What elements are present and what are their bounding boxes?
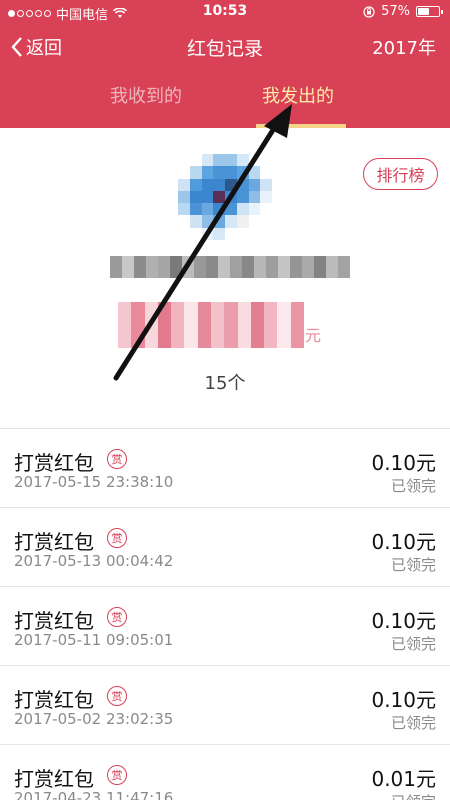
record-amount: 0.10元	[371, 451, 436, 475]
record-date: 2017-05-15 23:38:10	[14, 473, 174, 491]
record-date: 2017-05-13 00:04:42	[14, 552, 174, 570]
list-item[interactable]: 打赏红包 赏 2017-05-13 00:04:42 0.10元 已领完	[0, 508, 450, 587]
reward-badge-icon: 赏	[107, 607, 127, 627]
record-status: 已领完	[390, 635, 436, 653]
reward-badge-icon: 赏	[107, 686, 127, 706]
record-title: 打赏红包	[14, 688, 94, 712]
username-blurred	[110, 256, 350, 278]
record-date: 2017-04-23 11:47:16	[14, 789, 174, 800]
record-amount: 0.10元	[371, 530, 436, 554]
battery-percent: 57%	[381, 4, 410, 19]
list-item[interactable]: 打赏红包 赏 2017-05-11 09:05:01 0.10元 已领完	[0, 587, 450, 666]
reward-badge-icon: 赏	[107, 528, 127, 548]
battery-icon	[416, 6, 443, 17]
tab-received[interactable]: 我收到的	[110, 82, 182, 108]
active-tab-indicator	[256, 124, 346, 128]
reward-badge-icon: 赏	[107, 765, 127, 785]
record-status: 已领完	[390, 714, 436, 732]
list-item[interactable]: 打赏红包 赏 2017-05-15 23:38:10 0.10元 已领完	[0, 429, 450, 508]
list-item[interactable]: 打赏红包 赏 2017-04-23 11:47:16 0.01元 已领完	[0, 745, 450, 800]
reward-badge-icon: 赏	[107, 449, 127, 469]
packet-count: 15个	[204, 373, 246, 394]
record-status: 已领完	[391, 791, 436, 800]
record-title: 打赏红包	[14, 767, 94, 791]
avatar	[178, 154, 272, 240]
tab-sent[interactable]: 我发出的	[262, 82, 334, 108]
record-status: 已领完	[390, 477, 436, 495]
total-amount: 元	[0, 292, 450, 362]
record-amount: 0.10元	[371, 688, 436, 712]
orientation-lock-icon	[363, 5, 375, 18]
record-amount: 0.01元	[371, 767, 436, 791]
record-title: 打赏红包	[14, 530, 94, 554]
nav-bar: 返回 红包记录 2017年	[0, 28, 450, 68]
amount-unit: 元	[305, 326, 322, 345]
status-bar: 中国电信 10:53 57%	[0, 0, 450, 24]
amount-blurred	[118, 302, 304, 348]
year-selector[interactable]: 2017年	[372, 34, 436, 60]
record-list: 打赏红包 赏 2017-05-15 23:38:10 0.10元 已领完 打赏红…	[0, 428, 450, 800]
tab-bar: 我收到的 我发出的	[0, 82, 450, 128]
record-date: 2017-05-11 09:05:01	[14, 631, 174, 649]
record-title: 打赏红包	[14, 451, 94, 475]
record-status: 已领完	[390, 556, 436, 574]
ranking-button[interactable]: 排行榜	[363, 158, 438, 190]
record-title: 打赏红包	[14, 609, 94, 633]
header: 中国电信 10:53 57% 返回 红包记录 2017年 我收到的 我发出的	[0, 0, 450, 128]
list-item[interactable]: 打赏红包 赏 2017-05-02 23:02:35 0.10元 已领完	[0, 666, 450, 745]
status-right: 57%	[363, 4, 443, 19]
record-amount: 0.10元	[371, 609, 436, 633]
record-date: 2017-05-02 23:02:35	[14, 710, 174, 728]
